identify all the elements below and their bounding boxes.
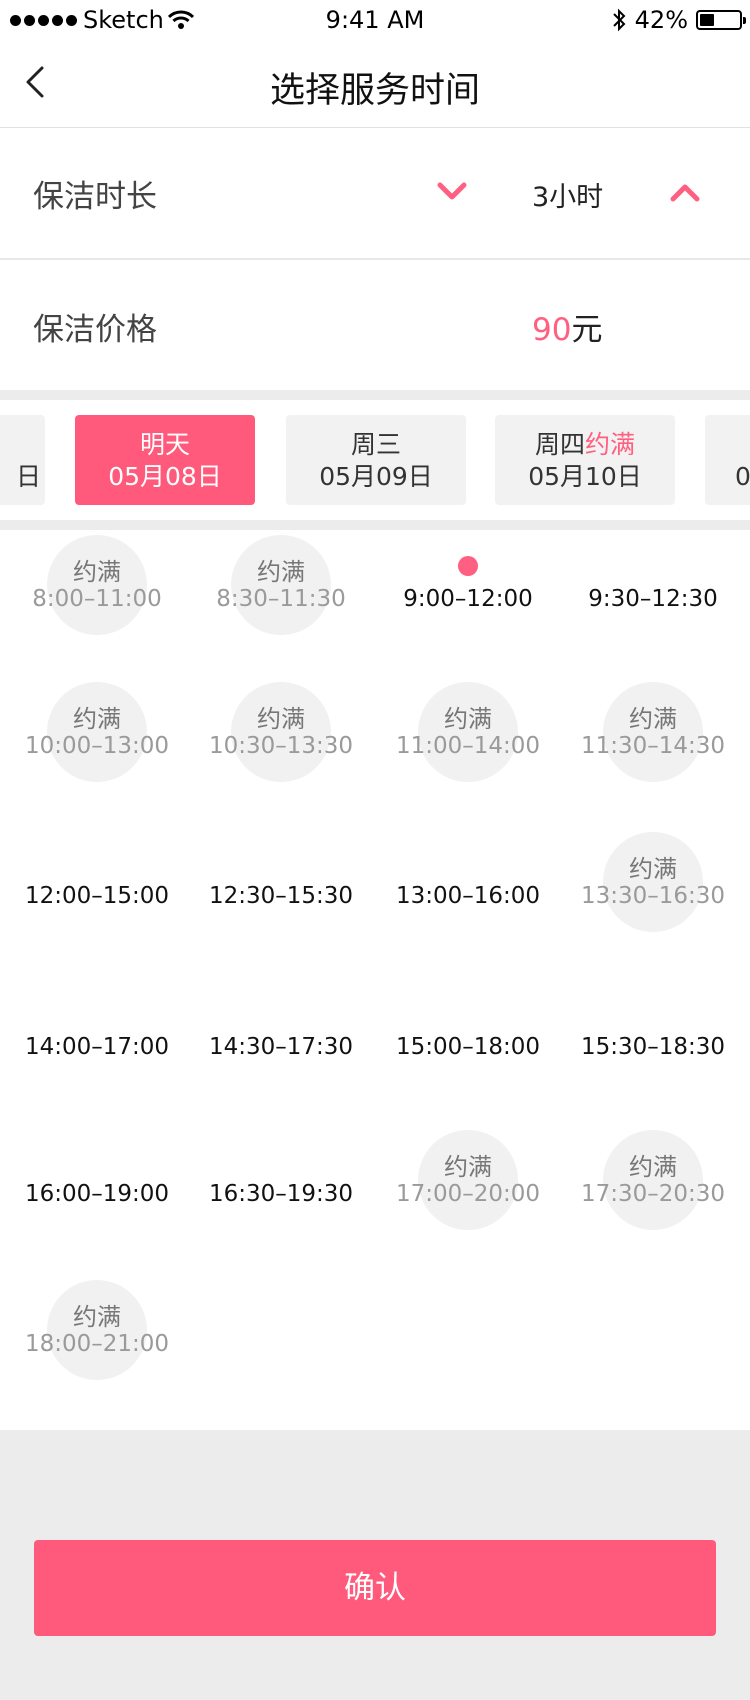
- date-tab-weekday-text: 周四: [534, 430, 585, 459]
- date-tab[interactable]: 日: [0, 415, 45, 505]
- decrease-duration-button[interactable]: [432, 173, 472, 213]
- bluetooth-icon: [612, 8, 626, 32]
- slot-time: 13:30–16:30: [580, 883, 726, 909]
- slot-full-label: 约满: [257, 705, 305, 733]
- date-strip[interactable]: 日 明天 05月08日 周三 05月09日 周四约满 05月10日 0: [0, 400, 750, 520]
- chevron-down-icon: [437, 182, 467, 200]
- selected-dot-icon: [458, 556, 478, 576]
- status-right: 42%: [611, 6, 746, 34]
- time-slot[interactable]: 14:30–17:30: [189, 978, 373, 1088]
- page-title: 选择服务时间: [269, 71, 480, 111]
- time-slot[interactable]: 13:00–16:00: [376, 827, 560, 937]
- price-unit: 元: [571, 312, 603, 348]
- slot-full-label: 约满: [629, 705, 677, 733]
- time-slot: 约满 8:00–11:00: [5, 530, 189, 640]
- nav-bar: 选择服务时间: [0, 40, 750, 128]
- slot-time: 9:30–12:30: [588, 586, 718, 612]
- time-slot[interactable]: 16:30–19:30: [189, 1125, 373, 1235]
- chevron-up-icon: [670, 184, 700, 202]
- section-divider: [0, 390, 750, 400]
- slot-time: 16:00–19:00: [24, 1181, 170, 1207]
- time-slot[interactable]: 9:30–12:30: [561, 530, 745, 640]
- slot-full-label: 约满: [73, 558, 121, 586]
- section-divider: [0, 520, 750, 530]
- time-slot-grid: 约满 8:00–11:00 约满 8:30–11:30 9:00–12:00 9:30–1…: [0, 530, 750, 1430]
- date-tab-date: 05月08日: [108, 462, 222, 491]
- battery-percent: 42%: [634, 6, 688, 34]
- slot-time: 13:00–16:00: [395, 883, 541, 909]
- slot-time: 17:00–20:00: [395, 1181, 541, 1207]
- date-tab-weekday: 周三: [350, 430, 401, 459]
- slot-full-label: 约满: [629, 1153, 677, 1181]
- battery-icon: [696, 10, 746, 30]
- time-slot: 约满 11:30–14:30: [561, 677, 745, 787]
- date-tab-date: 日: [15, 462, 41, 491]
- slot-time: 15:00–18:00: [395, 1034, 541, 1060]
- slot-time: 10:30–13:30: [208, 733, 354, 759]
- date-tab-date: 05月10日: [528, 462, 642, 491]
- date-tab-date: 0: [735, 462, 750, 491]
- time-slot: 约满 10:00–13:00: [5, 677, 189, 787]
- date-tab-date: 05月09日: [319, 462, 433, 491]
- slot-full-label: 约满: [444, 705, 492, 733]
- bottom-area: 确认: [0, 1430, 750, 1700]
- date-tab-weekday: 明天: [139, 430, 190, 459]
- price-label: 保洁价格: [33, 312, 157, 348]
- time-slot: 约满 18:00–21:00: [5, 1275, 189, 1385]
- date-tab-weekday: 周四约满: [495, 429, 675, 461]
- increase-duration-button[interactable]: [665, 173, 705, 213]
- slot-time: 14:00–17:00: [24, 1034, 170, 1060]
- slot-full-label: 约满: [629, 855, 677, 883]
- time-slot[interactable]: 12:30–15:30: [189, 827, 373, 937]
- date-tab[interactable]: 周四约满 05月10日: [495, 415, 675, 505]
- time-slot[interactable]: 9:00–12:00: [376, 530, 560, 640]
- price-value: 90元: [532, 304, 602, 349]
- slot-time: 11:30–14:30: [580, 733, 726, 759]
- time-slot[interactable]: 14:00–17:00: [5, 978, 189, 1088]
- time-slot[interactable]: 16:00–19:00: [5, 1125, 189, 1235]
- date-tab-weekday: [0, 429, 45, 461]
- slot-full-label: 约满: [73, 705, 121, 733]
- price-row: 保洁价格 90元: [0, 262, 750, 393]
- time-slot: 约满 17:30–20:30: [561, 1125, 745, 1235]
- confirm-button[interactable]: 确认: [34, 1540, 716, 1636]
- time-slot: 约满 17:00–20:00: [376, 1125, 560, 1235]
- slot-full-label: 约满: [444, 1153, 492, 1181]
- date-tab-selected[interactable]: 明天 05月08日: [75, 415, 255, 505]
- duration-row: 保洁时长 3小时: [0, 129, 750, 260]
- time-slot[interactable]: 15:30–18:30: [561, 978, 745, 1088]
- slot-time: 12:00–15:00: [24, 883, 170, 909]
- time-slot[interactable]: 15:00–18:00: [376, 978, 560, 1088]
- slot-time: 9:00–12:00: [403, 586, 533, 612]
- slot-time: 8:00–11:00: [32, 586, 162, 612]
- date-tab[interactable]: 周三 05月09日: [286, 415, 466, 505]
- slot-time: 17:30–20:30: [580, 1181, 726, 1207]
- time-slot: 约满 11:00–14:00: [376, 677, 560, 787]
- date-tab-weekday: [705, 429, 750, 461]
- price-amount: 90: [532, 312, 572, 348]
- slot-time: 16:30–19:30: [208, 1181, 354, 1207]
- slot-time: 12:30–15:30: [208, 883, 354, 909]
- time-slot: 约满 8:30–11:30: [189, 530, 373, 640]
- duration-value: 3小时: [532, 182, 604, 213]
- slot-time: 11:00–14:00: [395, 733, 541, 759]
- slot-time: 10:00–13:00: [24, 733, 170, 759]
- slot-time: 18:00–21:00: [24, 1331, 170, 1357]
- time-slot[interactable]: 12:00–15:00: [5, 827, 189, 937]
- duration-label: 保洁时长: [33, 179, 157, 215]
- slot-time: 14:30–17:30: [208, 1034, 354, 1060]
- date-full-badge: 约满: [585, 430, 636, 459]
- time-slot: 约满 13:30–16:30: [561, 827, 745, 937]
- slot-full-label: 约满: [257, 558, 305, 586]
- date-tab[interactable]: 0: [705, 415, 750, 505]
- slot-time: 8:30–11:30: [216, 586, 346, 612]
- slot-time: 15:30–18:30: [580, 1034, 726, 1060]
- time-slot: 约满 10:30–13:30: [189, 677, 373, 787]
- status-bar: Sketch 9:41 AM 42%: [0, 0, 750, 40]
- slot-full-label: 约满: [73, 1303, 121, 1331]
